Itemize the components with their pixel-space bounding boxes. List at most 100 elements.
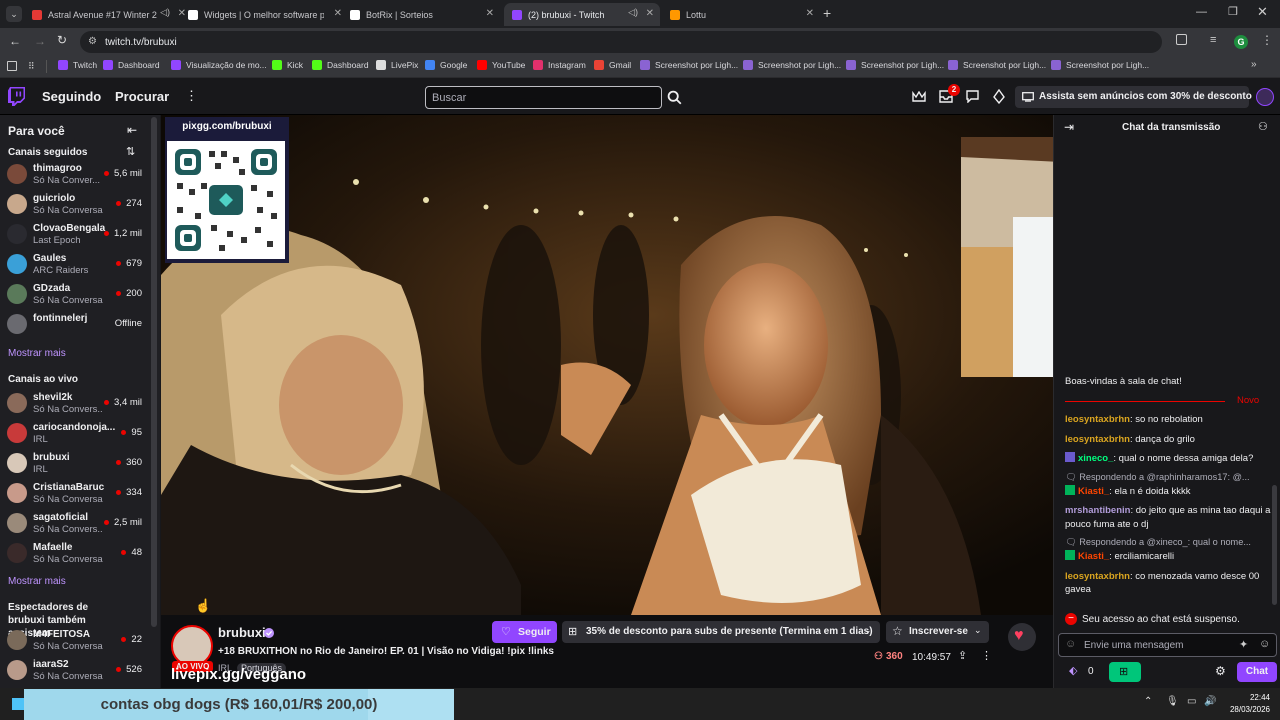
sidebar-channel[interactable]: M4FEITOSA Só Na Conversa 22	[0, 626, 150, 656]
bits-icon[interactable]	[993, 89, 1005, 104]
profile-avatar[interactable]: G	[1234, 35, 1248, 49]
minimize-button[interactable]: —	[1196, 6, 1207, 18]
share-icon[interactable]: ⇪	[958, 649, 967, 662]
sidebar-channel[interactable]: cariocandonoja... IRL 95	[0, 419, 150, 449]
twitch-logo-icon[interactable]	[8, 87, 25, 106]
sidebar-channel[interactable]: brubuxi IRL 360	[0, 449, 150, 479]
nav-browse[interactable]: Procurar	[115, 89, 169, 104]
more-options-icon[interactable]: ⋮	[981, 649, 992, 662]
bookmark-item[interactable]: Screenshot por Ligh...	[846, 60, 944, 70]
address-bar[interactable]: ⚙ twitch.tv/brubuxi	[80, 31, 1162, 53]
browser-tab[interactable]: Astral Avenue #17 Winter 2 ◁) ✕	[24, 3, 192, 26]
maximize-button[interactable]: ❐	[1228, 5, 1238, 18]
emote-picker-icon[interactable]: ☺	[1065, 638, 1076, 650]
close-window-button[interactable]: ✕	[1257, 4, 1268, 20]
chat-username[interactable]: Kiasti_	[1078, 551, 1109, 562]
bookmark-item[interactable]: Screenshot por Ligh...	[640, 60, 738, 70]
browser-tab[interactable]: BotRix | Sorteios ✕	[342, 3, 500, 26]
chat-username[interactable]: xineco_	[1078, 453, 1113, 464]
audio-playing-icon[interactable]: ◁)	[160, 7, 170, 18]
close-tab-icon[interactable]: ✕	[334, 8, 342, 19]
bookmark-item[interactable]: Screenshot por Ligh...	[743, 60, 841, 70]
emoji-icon[interactable]: ☺	[1259, 638, 1270, 650]
gift-sub-button[interactable]: ⊞ 35% de desconto para subs de presente …	[562, 621, 880, 643]
sidebar-channel[interactable]: Mafaelle Só Na Conversa 48	[0, 539, 150, 569]
sidebar-channel[interactable]: ClovaoBengala Last Epoch 1,2 mil	[0, 220, 150, 250]
more-menu-icon[interactable]: ⋮	[185, 88, 198, 104]
crown-icon[interactable]	[912, 91, 926, 102]
follow-button[interactable]: ♡ Seguir	[492, 621, 557, 643]
bookmark-item[interactable]: Dashboard	[312, 60, 369, 70]
close-tab-icon[interactable]: ✕	[646, 8, 654, 19]
forward-icon[interactable]: →	[34, 34, 46, 48]
sidebar-channel[interactable]: CristianaBaruc Só Na Conversa 334	[0, 479, 150, 509]
chat-username[interactable]: mrshantibenin	[1065, 505, 1130, 516]
chat-username[interactable]: leosyntaxbrhn	[1065, 414, 1130, 425]
search-button[interactable]	[664, 86, 686, 109]
collapse-chat-icon[interactable]: ⇥	[1064, 120, 1074, 134]
reply-context[interactable]: 🗨 Respondendo a @xineco_: qual o nome...	[1065, 537, 1251, 548]
browser-tab[interactable]: Lottu ✕	[662, 3, 820, 26]
apps-icon[interactable]: ⠿	[28, 61, 35, 72]
user-avatar[interactable]	[1256, 88, 1274, 106]
bookmark-item[interactable]: Dashboard	[103, 60, 160, 70]
sidebar-icon[interactable]	[7, 61, 17, 71]
network-icon[interactable]: ▭	[1187, 696, 1196, 707]
sidebar-channel[interactable]: fontinnelerj Offline	[0, 310, 150, 340]
tray-chevron-icon[interactable]: ⌃	[1144, 696, 1152, 707]
show-more-live[interactable]: Mostrar mais	[8, 576, 66, 587]
extensions-icon[interactable]	[1176, 34, 1187, 45]
bookmark-item[interactable]: LivePix	[376, 60, 418, 70]
channel-name[interactable]: brubuxi	[218, 625, 266, 640]
chat-input[interactable]: ☺ Envie uma mensagem ✦ ☺	[1058, 633, 1277, 657]
mic-icon[interactable]: 🎙	[1166, 696, 1179, 707]
whispers-icon[interactable]	[966, 90, 979, 103]
subscribe-button[interactable]: ☆ Inscrever-se ⌄	[886, 621, 989, 643]
audio-playing-icon[interactable]: ◁)	[628, 7, 638, 18]
chat-settings-icon[interactable]: ⚙	[1215, 664, 1226, 678]
bookmark-item[interactable]: Gmail	[594, 60, 631, 70]
back-icon[interactable]: ←	[9, 34, 21, 48]
new-tab-button[interactable]: +	[823, 5, 831, 21]
site-info-icon[interactable]: ⚙	[88, 36, 97, 47]
claim-bonus-button[interactable]: ⊞	[1109, 662, 1141, 682]
chat-send-button[interactable]: Chat	[1237, 662, 1277, 682]
browser-tab[interactable]: Widgets | O melhor software p ✕	[180, 3, 348, 26]
ad-free-promo-button[interactable]: Assista sem anúncios com 30% de desconto	[1015, 86, 1252, 108]
volume-icon[interactable]: 🔊	[1204, 696, 1216, 707]
clock-time[interactable]: 22:44	[1222, 693, 1270, 702]
close-tab-icon[interactable]: ✕	[806, 8, 814, 19]
community-icon[interactable]: ⚇	[1258, 120, 1268, 133]
hype-heart-button[interactable]: ♥	[1008, 623, 1036, 651]
sidebar-channel[interactable]: Gaules ARC Raiders 679	[0, 250, 150, 280]
chat-username[interactable]: Kiasti_	[1078, 486, 1109, 497]
reload-icon[interactable]: ↻	[57, 33, 67, 47]
close-tab-icon[interactable]: ✕	[486, 8, 494, 19]
bookmark-item[interactable]: Screenshot por Ligh...	[1051, 60, 1149, 70]
sidebar-channel[interactable]: GDzada Só Na Conversa 200	[0, 280, 150, 310]
bookmark-item[interactable]: Visualização de mo...	[171, 60, 267, 70]
collapse-sidebar-icon[interactable]: ⇤	[127, 123, 137, 137]
browser-tab[interactable]: (2) brubuxi - Twitch ◁) ✕	[504, 3, 660, 26]
tab-search-button[interactable]: ⌄	[6, 6, 22, 22]
sidebar-channel[interactable]: thimagroo Só Na Conver... 5,6 mil	[0, 160, 150, 190]
media-control-icon[interactable]: ≡	[1210, 34, 1216, 46]
chat-scrollbar[interactable]	[1272, 485, 1277, 605]
clock-date[interactable]: 28/03/2026	[1222, 705, 1270, 714]
nav-following[interactable]: Seguindo	[42, 89, 101, 104]
bookmark-item[interactable]: Twitch	[58, 60, 97, 70]
video-player[interactable]: pixgg.com/brubuxi	[161, 115, 1053, 615]
chat-username[interactable]: leosyntaxbrhn	[1065, 434, 1130, 445]
sidebar-channel[interactable]: sagatoficial Só Na Convers... 2,5 mil	[0, 509, 150, 539]
search-input[interactable]: Buscar	[425, 86, 662, 109]
bookmark-item[interactable]: Instagram	[533, 60, 586, 70]
bookmark-item[interactable]: Kick	[272, 60, 303, 70]
bookmark-item[interactable]: YouTube	[477, 60, 525, 70]
sort-icon[interactable]: ⇅	[126, 145, 135, 158]
bits-cheer-icon[interactable]: ✦	[1239, 638, 1248, 651]
show-more-followed[interactable]: Mostrar mais	[8, 348, 66, 359]
reply-context[interactable]: 🗨 Respondendo a @raphinharamos17: @...	[1065, 472, 1250, 483]
sidebar-channel[interactable]: iaaraS2 Só Na Conversa 526	[0, 656, 150, 686]
channel-points-icon[interactable]: ⬖	[1069, 664, 1077, 677]
browser-menu-icon[interactable]: ⋮	[1261, 33, 1273, 47]
